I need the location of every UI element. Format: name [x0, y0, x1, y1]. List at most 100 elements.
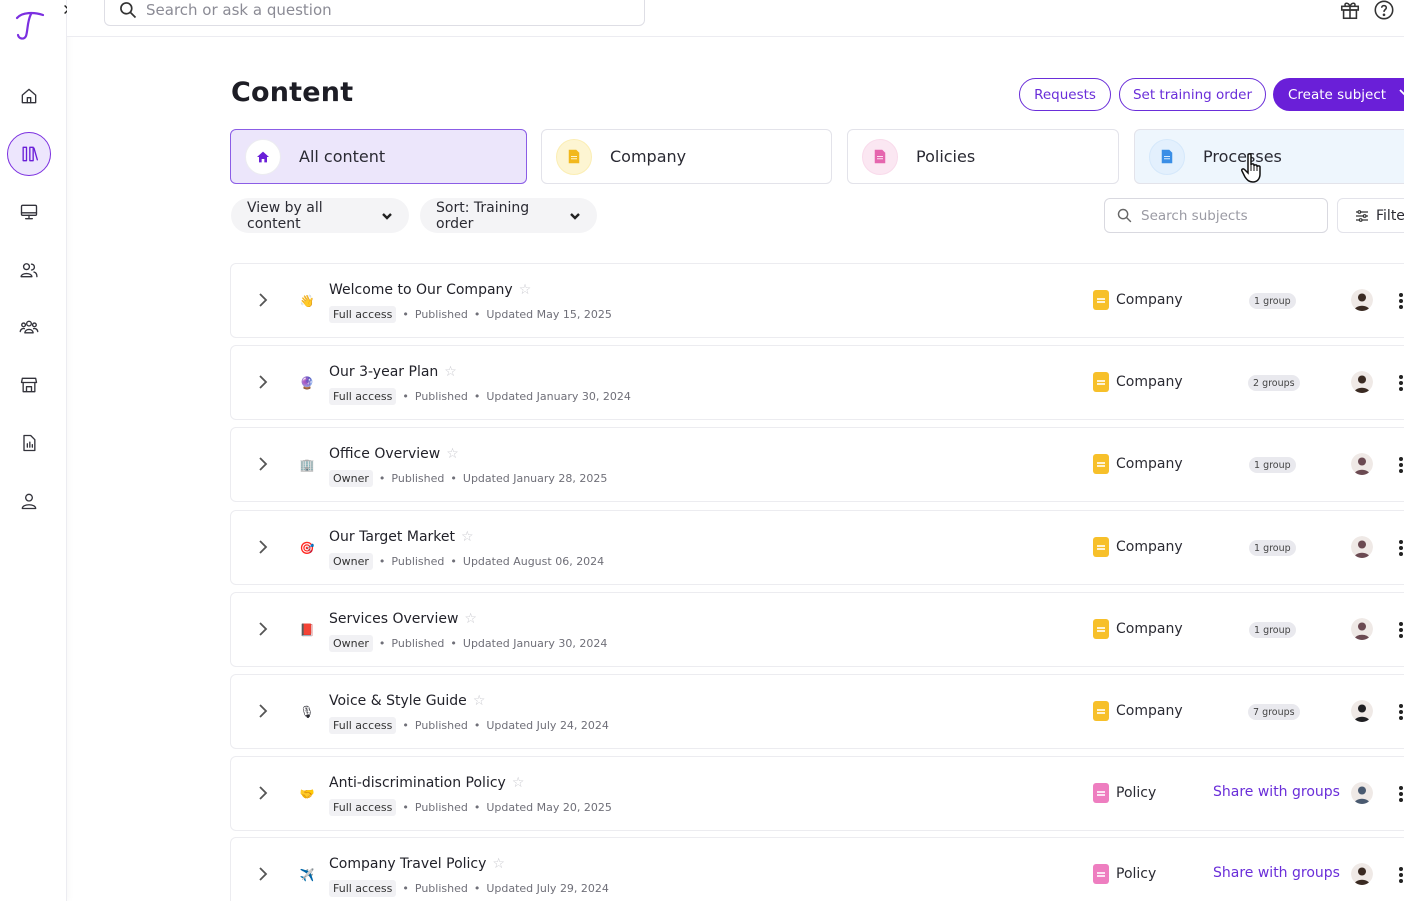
tab-label: Policies	[916, 147, 976, 166]
sort-dropdown[interactable]: Sort: Training order	[420, 198, 597, 233]
avatar[interactable]	[1351, 536, 1373, 558]
create-subject-button[interactable]: Create subject	[1273, 78, 1404, 111]
chevron-right-icon[interactable]	[257, 539, 269, 555]
avatar[interactable]	[1351, 863, 1373, 885]
status-text: Published	[414, 801, 468, 814]
help-icon[interactable]	[1373, 0, 1395, 21]
avatar[interactable]	[1351, 289, 1373, 311]
tab-company[interactable]: Company	[541, 129, 832, 184]
chevron-right-icon[interactable]	[257, 621, 269, 637]
view-by-dropdown[interactable]: View by all content	[231, 198, 409, 233]
nav-profile[interactable]	[9, 481, 49, 521]
groups-badge[interactable]: 7 groups	[1248, 704, 1300, 720]
subject-title[interactable]: Anti-discrimination Policy ☆	[329, 775, 524, 791]
table-row[interactable]: 🔮 Our 3-year Plan ☆ Full access • Publish…	[230, 345, 1404, 420]
subject-title[interactable]: Our Target Market ☆	[329, 529, 474, 545]
table-row[interactable]: 🎯 Our Target Market ☆ Owner • Published •…	[230, 510, 1404, 585]
page-title: Content	[231, 77, 354, 108]
avatar[interactable]	[1351, 371, 1373, 393]
nav-reports[interactable]	[9, 423, 49, 463]
more-options-icon[interactable]	[1397, 455, 1404, 475]
star-icon[interactable]: ☆	[461, 529, 474, 545]
chevron-right-icon[interactable]	[257, 456, 269, 472]
table-row[interactable]: ✈️ Company Travel Policy ☆ Full access • …	[230, 837, 1404, 901]
create-subject-label: Create subject	[1288, 86, 1387, 103]
star-icon[interactable]: ☆	[444, 364, 457, 380]
more-options-icon[interactable]	[1397, 702, 1404, 722]
chevron-down-icon	[381, 210, 393, 222]
avatar[interactable]	[1351, 618, 1373, 640]
groups-badge[interactable]: 2 groups	[1248, 375, 1300, 391]
chevron-right-icon[interactable]	[257, 785, 269, 801]
star-icon[interactable]: ☆	[512, 775, 525, 791]
share-with-groups-link[interactable]: Share with groups	[1213, 784, 1340, 800]
subject-meta: Owner • Published • Updated January 30, …	[329, 635, 607, 652]
subject-type-label: Company	[1116, 374, 1183, 390]
nav-people[interactable]	[9, 250, 49, 290]
star-icon[interactable]: ☆	[473, 693, 486, 709]
subject-type: Company	[1093, 372, 1183, 392]
groups-badge[interactable]: 1 group	[1249, 293, 1296, 309]
star-icon[interactable]: ☆	[519, 282, 532, 298]
search-icon	[1117, 208, 1132, 223]
subject-title[interactable]: Voice & Style Guide ☆	[329, 693, 485, 709]
subject-title[interactable]: Our 3-year Plan ☆	[329, 364, 457, 380]
tab-all-content[interactable]: All content	[230, 129, 527, 184]
separator-dot: •	[450, 472, 457, 485]
subject-emoji-icon: 🔮	[299, 376, 315, 390]
chevron-right-icon[interactable]	[257, 866, 269, 882]
avatar[interactable]	[1351, 700, 1373, 722]
app-logo[interactable]	[10, 6, 48, 44]
subject-title[interactable]: Company Travel Policy ☆	[329, 856, 505, 872]
groups-badge[interactable]: 1 group	[1249, 540, 1296, 556]
more-options-icon[interactable]	[1397, 538, 1404, 558]
tab-policies[interactable]: Policies	[847, 129, 1119, 184]
filter-button[interactable]: Filter	[1337, 198, 1404, 233]
subject-meta: Owner • Published • Updated August 06, 2…	[329, 553, 604, 570]
avatar[interactable]	[1351, 782, 1373, 804]
search-subjects-input[interactable]: Search subjects	[1104, 198, 1328, 233]
avatar[interactable]	[1351, 453, 1373, 475]
table-row[interactable]: 🎙 Voice & Style Guide ☆ Full access • Pub…	[230, 674, 1404, 749]
more-options-icon[interactable]	[1397, 784, 1404, 804]
access-badge: Full access	[329, 799, 397, 816]
search-icon	[120, 2, 137, 19]
nav-marketplace[interactable]	[9, 365, 49, 405]
global-search-input[interactable]: Search or ask a question	[104, 0, 645, 26]
subject-emoji-icon: 👋	[299, 294, 315, 308]
groups-badge[interactable]: 1 group	[1249, 457, 1296, 473]
subject-title[interactable]: Office Overview ☆	[329, 446, 459, 462]
table-row[interactable]: 👋 Welcome to Our Company ☆ Full access • …	[230, 263, 1404, 338]
chevron-right-icon[interactable]	[257, 292, 269, 308]
chevron-right-icon[interactable]	[257, 374, 269, 390]
table-row[interactable]: 🤝 Anti-discrimination Policy ☆ Full acces…	[230, 756, 1404, 831]
requests-button[interactable]: Requests	[1019, 78, 1111, 111]
star-icon[interactable]: ☆	[446, 446, 459, 462]
subject-type-label: Company	[1116, 292, 1183, 308]
more-options-icon[interactable]	[1397, 291, 1404, 311]
subject-title[interactable]: Services Overview ☆	[329, 611, 477, 627]
sort-label: Sort: Training order	[436, 199, 530, 232]
nav-training[interactable]	[9, 192, 49, 232]
groups-badge[interactable]: 1 group	[1249, 622, 1296, 638]
nav-content[interactable]	[7, 132, 51, 176]
subject-title[interactable]: Welcome to Our Company ☆	[329, 282, 531, 298]
more-options-icon[interactable]	[1397, 865, 1404, 885]
chevron-down-icon[interactable]	[1399, 86, 1404, 100]
table-row[interactable]: 📕 Services Overview ☆ Owner • Published •…	[230, 592, 1404, 667]
more-options-icon[interactable]	[1397, 620, 1404, 640]
star-icon[interactable]: ☆	[464, 611, 477, 627]
nav-home[interactable]	[9, 76, 49, 116]
gift-icon[interactable]	[1339, 0, 1361, 21]
subject-meta: Full access • Published • Updated May 15…	[329, 306, 612, 323]
updated-text: Updated January 30, 2024	[462, 637, 608, 650]
table-row[interactable]: 🏢 Office Overview ☆ Owner • Published • U…	[230, 427, 1404, 502]
share-with-groups-link[interactable]: Share with groups	[1213, 865, 1340, 881]
subject-title-text: Our 3-year Plan	[329, 364, 439, 380]
more-options-icon[interactable]	[1397, 373, 1404, 393]
chevron-right-icon[interactable]	[257, 703, 269, 719]
tab-processes[interactable]: Processes	[1134, 129, 1404, 184]
set-training-order-button[interactable]: Set training order	[1119, 78, 1266, 111]
star-icon[interactable]: ☆	[492, 856, 505, 872]
nav-groups[interactable]	[9, 307, 49, 347]
